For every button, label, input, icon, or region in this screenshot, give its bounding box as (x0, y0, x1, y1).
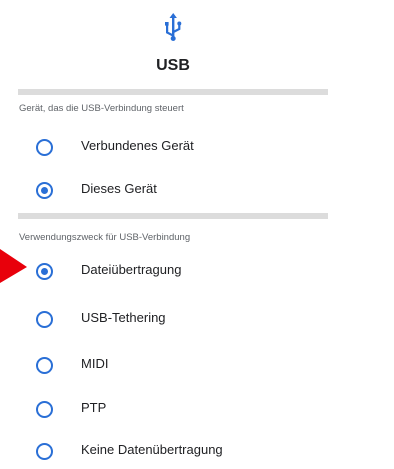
radio-option-ptp[interactable]: PTP (18, 391, 328, 427)
usb-preferences-panel: USB Gerät, das die USB-Verbindung steuer… (18, 0, 328, 462)
radio-option-usb-tethering[interactable]: USB-Tethering (18, 301, 328, 337)
radio-option-keine-datenuebertragung[interactable]: Keine Datenübertragung (18, 433, 328, 469)
option-label: Dateiübertragung (81, 262, 182, 277)
radio-selected-dot (41, 187, 48, 194)
option-label: Keine Datenübertragung (81, 442, 223, 457)
usb-icon (165, 13, 182, 41)
option-label: Dieses Gerät (81, 181, 157, 196)
radio-button-selected[interactable] (36, 263, 53, 280)
radio-button[interactable] (36, 443, 53, 460)
radio-button[interactable] (36, 139, 53, 156)
section-label-usage-purpose: Verwendungszweck für USB-Verbindung (19, 232, 191, 243)
page-title: USB (156, 57, 190, 74)
option-label: Verbundenes Gerät (81, 138, 194, 153)
radio-button[interactable] (36, 357, 53, 374)
option-label: MIDI (81, 356, 109, 371)
option-label: USB-Tethering (81, 310, 166, 325)
radio-button[interactable] (36, 401, 53, 418)
section-divider (18, 89, 328, 95)
radio-option-verbundenes-geraet[interactable]: Verbundenes Gerät (18, 129, 328, 165)
radio-button-selected[interactable] (36, 182, 53, 199)
radio-option-midi[interactable]: MIDI (18, 347, 328, 383)
option-label: PTP (81, 400, 107, 415)
radio-option-dateiuebertragung[interactable]: Dateiübertragung (18, 253, 328, 289)
radio-selected-dot (41, 268, 48, 275)
radio-option-dieses-geraet[interactable]: Dieses Gerät (18, 172, 328, 208)
radio-button[interactable] (36, 311, 53, 328)
section-divider (18, 213, 328, 219)
section-label-controlling-device: Gerät, das die USB-Verbindung steuert (19, 103, 184, 114)
